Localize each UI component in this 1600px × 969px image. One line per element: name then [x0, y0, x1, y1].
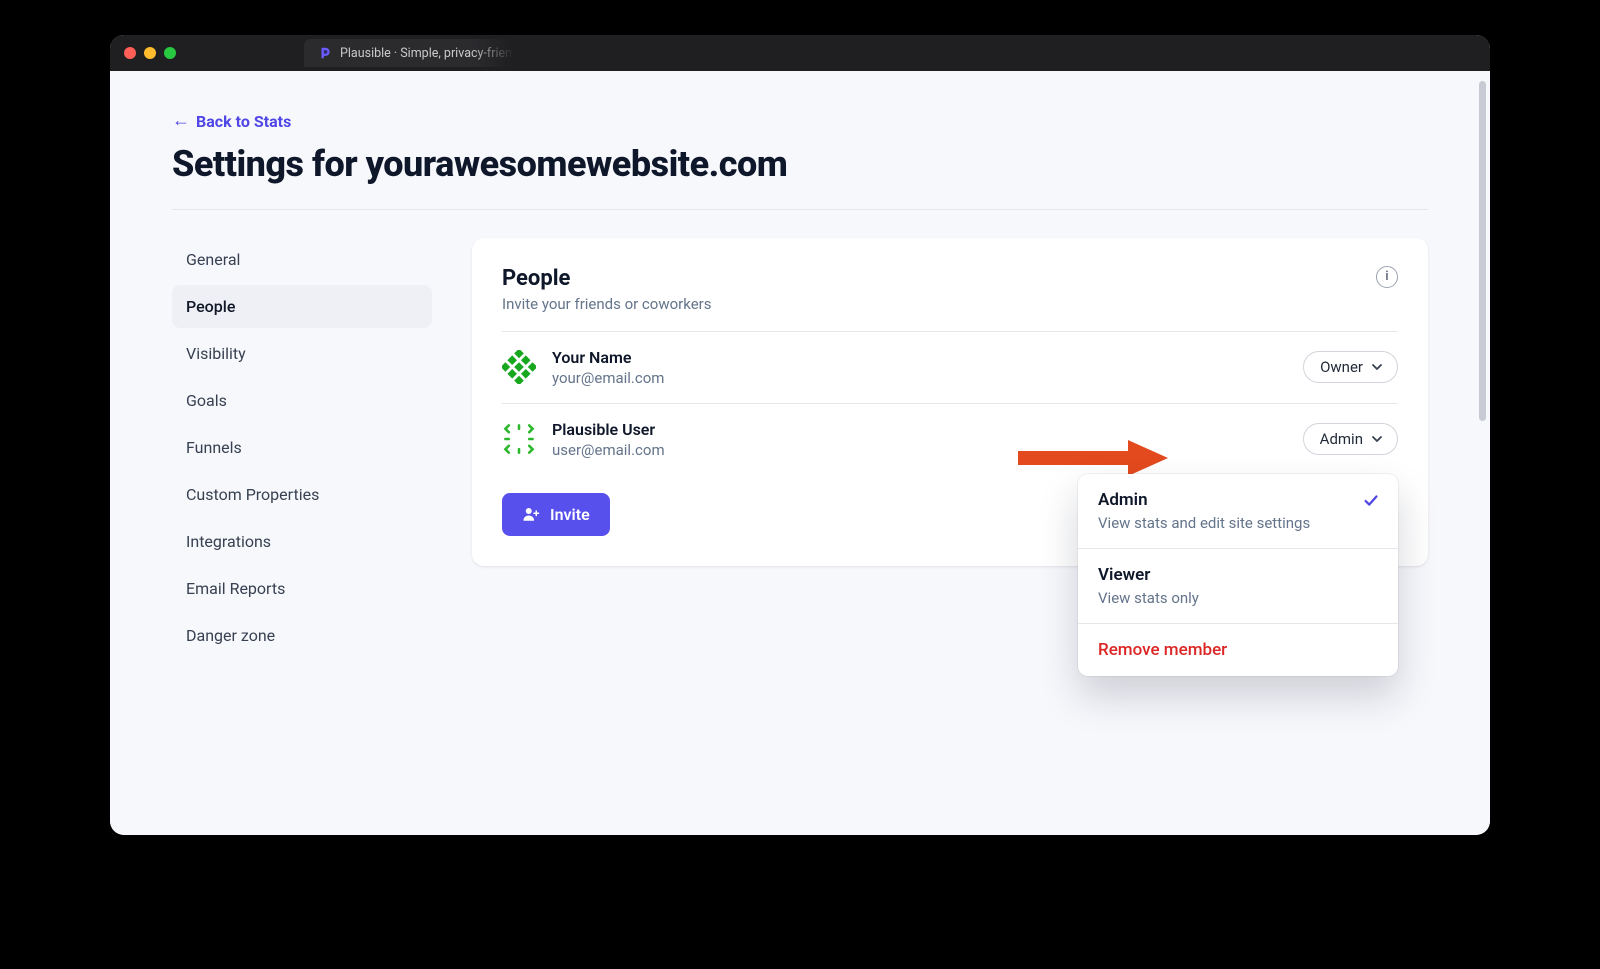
divider: [172, 209, 1428, 210]
sidenav-item-general[interactable]: General: [172, 238, 432, 281]
sidenav-item-people[interactable]: People: [172, 285, 432, 328]
sidenav-item-goals[interactable]: Goals: [172, 379, 432, 422]
minimize-window-button[interactable]: [144, 47, 156, 59]
settings-sidenav: General People Visibility Goals Funnels …: [172, 238, 432, 661]
invite-button-label: Invite: [550, 505, 590, 524]
member-name: Plausible User: [552, 420, 1287, 439]
role-option-viewer[interactable]: Viewer View stats only: [1078, 548, 1398, 623]
avatar: [502, 350, 536, 384]
role-label: Admin: [1320, 430, 1363, 448]
sidenav-item-visibility[interactable]: Visibility: [172, 332, 432, 375]
plausible-favicon-icon: [318, 46, 332, 60]
sidenav-item-email-reports[interactable]: Email Reports: [172, 567, 432, 610]
people-card: People Invite your friends or coworkers …: [472, 238, 1428, 566]
chevron-down-icon: [1371, 361, 1383, 373]
invite-button[interactable]: Invite: [502, 493, 610, 536]
close-window-button[interactable]: [124, 47, 136, 59]
role-dropdown-menu: Admin View stats and edit site settings …: [1078, 474, 1398, 676]
role-label: Owner: [1320, 358, 1363, 376]
info-icon[interactable]: i: [1376, 266, 1398, 288]
browser-window: Plausible · Simple, privacy-friendly ana…: [110, 35, 1490, 835]
member-email: your@email.com: [552, 369, 1287, 387]
member-row: Your Name your@email.com Owner: [502, 331, 1398, 403]
card-title: People: [502, 266, 712, 291]
avatar: [502, 422, 536, 456]
card-subtitle: Invite your friends or coworkers: [502, 295, 712, 313]
role-option-admin[interactable]: Admin View stats and edit site settings: [1078, 474, 1398, 548]
sidenav-item-custom-properties[interactable]: Custom Properties: [172, 473, 432, 516]
window-controls: [124, 47, 176, 59]
page-content: ← Back to Stats Settings for yourawesome…: [110, 71, 1490, 835]
member-row: Plausible User user@email.com Admin: [502, 403, 1398, 475]
menu-item-title: Remove member: [1098, 640, 1378, 660]
maximize-window-button[interactable]: [164, 47, 176, 59]
menu-item-desc: View stats and edit site settings: [1098, 514, 1378, 532]
browser-tab[interactable]: Plausible · Simple, privacy-friendly ana…: [304, 39, 514, 67]
remove-member-option[interactable]: Remove member: [1078, 623, 1398, 676]
chevron-down-icon: [1371, 433, 1383, 445]
sidenav-item-danger-zone[interactable]: Danger zone: [172, 614, 432, 657]
back-link-label: Back to Stats: [196, 112, 291, 131]
member-email: user@email.com: [552, 441, 1287, 459]
check-icon: [1362, 492, 1380, 514]
role-selector-admin[interactable]: Admin: [1303, 423, 1398, 455]
back-to-stats-link[interactable]: ← Back to Stats: [172, 112, 291, 131]
user-plus-icon: [522, 505, 540, 523]
arrow-left-icon: ←: [172, 112, 190, 130]
scrollbar[interactable]: [1479, 81, 1486, 421]
page-title: Settings for yourawesomewebsite.com: [172, 143, 1428, 185]
menu-item-title: Admin: [1098, 490, 1378, 510]
titlebar: Plausible · Simple, privacy-friendly ana…: [110, 35, 1490, 71]
member-name: Your Name: [552, 348, 1287, 367]
sidenav-item-funnels[interactable]: Funnels: [172, 426, 432, 469]
role-selector-owner[interactable]: Owner: [1303, 351, 1398, 383]
sidenav-item-integrations[interactable]: Integrations: [172, 520, 432, 563]
menu-item-desc: View stats only: [1098, 589, 1378, 607]
browser-tab-title: Plausible · Simple, privacy-friendly ana…: [340, 46, 514, 61]
menu-item-title: Viewer: [1098, 565, 1378, 585]
